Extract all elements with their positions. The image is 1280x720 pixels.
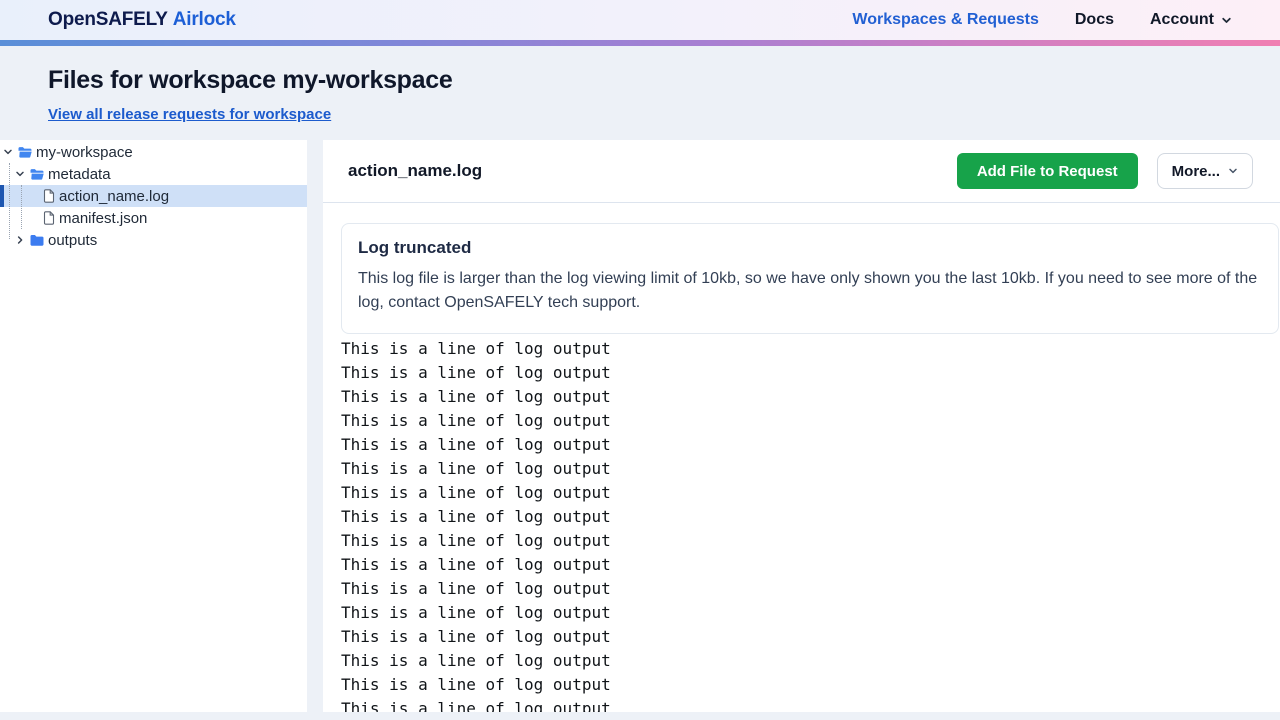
more-menu-button[interactable]: More... xyxy=(1157,153,1253,189)
add-file-to-request-button[interactable]: Add File to Request xyxy=(957,153,1138,189)
log-truncated-notice: Log truncated This log file is larger th… xyxy=(341,223,1279,334)
tree-item-label: action_name.log xyxy=(59,188,169,205)
tree-item-metadata[interactable]: metadata xyxy=(0,163,307,185)
logo-airlock: Airlock xyxy=(173,9,236,30)
chevron-down-icon[interactable] xyxy=(3,147,13,157)
nav-docs[interactable]: Docs xyxy=(1075,11,1114,29)
tree-item-label: my-workspace xyxy=(36,144,133,161)
chevron-down-icon xyxy=(1228,166,1238,176)
tree-item-label: manifest.json xyxy=(59,210,147,227)
file-icon xyxy=(43,211,55,225)
app-logo[interactable]: OpenSAFELYAirlock xyxy=(48,9,236,31)
content-area: my-workspace metadata action_name.log ma… xyxy=(0,140,1280,712)
file-actions: Add File to Request More... xyxy=(957,153,1253,189)
top-navbar: OpenSAFELYAirlock Workspaces & Requests … xyxy=(0,0,1280,40)
file-header: action_name.log Add File to Request More… xyxy=(323,140,1280,203)
nav-workspaces-requests[interactable]: Workspaces & Requests xyxy=(852,11,1038,29)
folder-closed-icon xyxy=(30,234,44,247)
navbar-links: Workspaces & Requests Docs Account xyxy=(852,11,1232,29)
folder-open-icon xyxy=(18,146,32,159)
chevron-down-icon xyxy=(1221,15,1232,26)
tree-item-label: outputs xyxy=(48,232,97,249)
view-release-requests-link[interactable]: View all release requests for workspace xyxy=(48,106,331,123)
file-title: action_name.log xyxy=(348,161,482,181)
file-detail-panel: action_name.log Add File to Request More… xyxy=(323,140,1280,712)
chevron-right-icon[interactable] xyxy=(15,235,25,245)
tree-item-manifest-json[interactable]: manifest.json xyxy=(0,207,307,229)
tree-item-outputs[interactable]: outputs xyxy=(0,229,307,251)
notice-title: Log truncated xyxy=(358,238,1262,258)
logo-opensafely: OpenSAFELY xyxy=(48,9,168,30)
tree-item-action-name-log[interactable]: action_name.log xyxy=(0,185,307,207)
more-button-label: More... xyxy=(1172,163,1220,180)
nav-account-menu[interactable]: Account xyxy=(1150,11,1232,29)
page-title: Files for workspace my-workspace xyxy=(48,65,1232,95)
notice-body: This log file is larger than the log vie… xyxy=(358,267,1262,315)
tree-guide-line xyxy=(9,163,10,239)
chevron-down-icon[interactable] xyxy=(15,169,25,179)
nav-account-label: Account xyxy=(1150,11,1214,29)
tree-item-label: metadata xyxy=(48,166,111,183)
tree-item-my-workspace[interactable]: my-workspace xyxy=(0,141,307,163)
tree-guide-line xyxy=(21,185,22,229)
file-body: Log truncated This log file is larger th… xyxy=(323,203,1280,712)
file-icon xyxy=(43,189,55,203)
file-tree-panel: my-workspace metadata action_name.log ma… xyxy=(0,140,307,712)
folder-open-icon xyxy=(30,168,44,181)
log-output: This is a line of log output This is a l… xyxy=(341,337,1279,712)
page-header: Files for workspace my-workspace View al… xyxy=(0,46,1280,140)
